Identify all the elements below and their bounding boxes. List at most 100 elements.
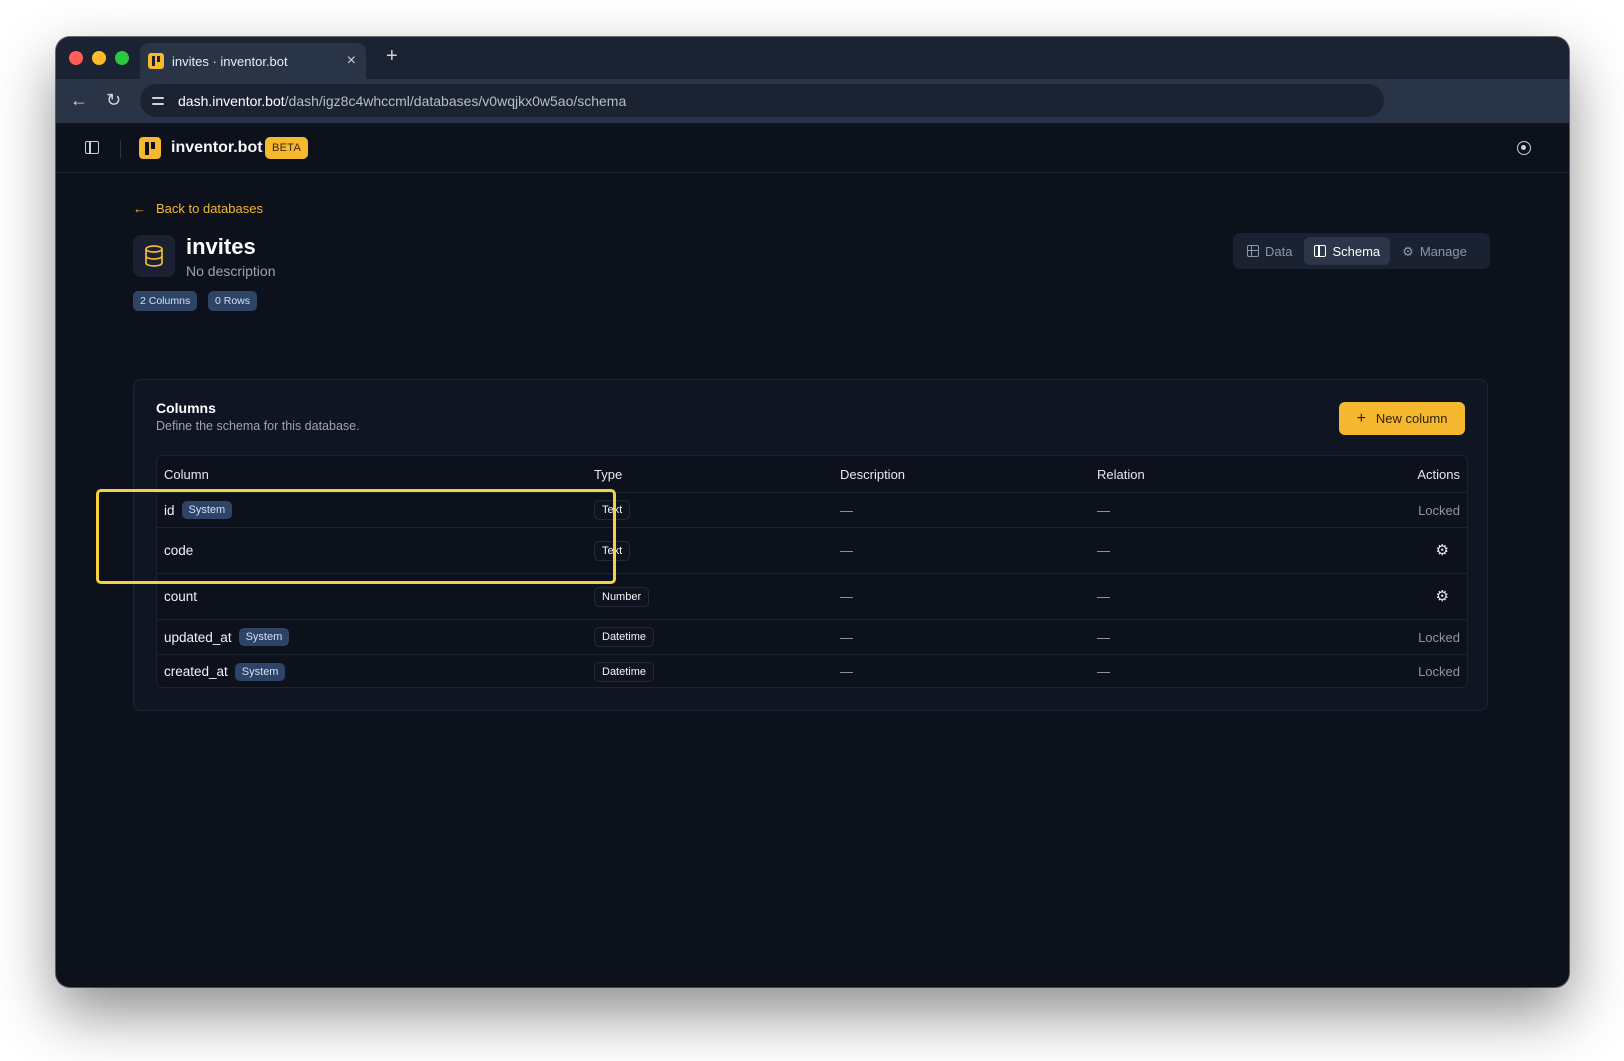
column-name-cell: updated_at System	[164, 620, 290, 654]
back-link-label: Back to databases	[156, 201, 263, 216]
tab-title: invites · inventor.bot	[172, 53, 288, 69]
columns-icon	[1314, 245, 1327, 257]
type-cell: Datetime	[594, 620, 655, 654]
schema-table: Column Type Description Relation Actions…	[156, 455, 1468, 688]
target-icon[interactable]	[1517, 141, 1531, 155]
column-name: updated_at	[164, 629, 232, 645]
system-badge: System	[234, 662, 286, 681]
header-description: Description	[840, 466, 906, 482]
column-name: created_at	[164, 664, 228, 679]
locked-label: Locked	[1418, 629, 1460, 645]
page-description: No description	[186, 263, 276, 279]
tab-data-label: Data	[1265, 243, 1293, 259]
maximize-window-button[interactable]	[115, 51, 129, 65]
system-badge: System	[181, 501, 233, 519]
gear-icon: ⚙	[1402, 243, 1414, 259]
back-to-databases-link[interactable]: ← Back to databases	[133, 201, 263, 216]
description-cell: —	[840, 502, 853, 518]
header-type: Type	[594, 466, 623, 482]
address-bar[interactable]: dash.inventor.bot/dash/igz8c4whccml/data…	[140, 84, 1384, 117]
column-name-cell: count	[164, 574, 197, 619]
browser-tab[interactable]: invites · inventor.bot ×	[140, 43, 366, 79]
locked-label: Locked	[1418, 502, 1460, 518]
table-row[interactable]: id System Text — — Locked	[157, 492, 1467, 527]
arrow-left-icon: ←	[133, 201, 146, 216]
gear-icon[interactable]: ⚙	[1436, 543, 1449, 558]
beta-badge: BETA	[265, 137, 309, 159]
header-column: Column	[164, 466, 209, 482]
column-name-cell: id System	[164, 493, 233, 527]
favicon-icon	[148, 53, 164, 69]
new-tab-button[interactable]: +	[386, 46, 398, 66]
type-cell: Text	[594, 493, 631, 527]
new-column-button[interactable]: + New column	[1339, 402, 1465, 435]
table-row[interactable]: code Text — — ⚙	[157, 527, 1467, 573]
rows-count-badge: 0 Rows	[208, 291, 258, 311]
tab-manage[interactable]: ⚙ Manage	[1392, 237, 1477, 265]
site-info-icon[interactable]	[150, 93, 166, 109]
table-icon	[1247, 245, 1259, 257]
page-title: invites	[186, 234, 256, 259]
column-name: code	[164, 543, 194, 558]
locked-label: Locked	[1418, 664, 1460, 679]
tab-data[interactable]: Data	[1237, 237, 1302, 265]
column-name: id	[164, 502, 175, 518]
logo-icon	[139, 137, 161, 159]
description-cell: —	[840, 629, 853, 645]
brand-name: inventor.bot	[171, 139, 263, 156]
tab-strip: invites · inventor.bot × +	[56, 37, 1569, 79]
header-actions: Actions	[1417, 466, 1460, 482]
description-cell: —	[840, 589, 853, 604]
type-badge: Text	[594, 500, 631, 520]
description-cell: —	[840, 543, 853, 558]
sidebar-toggle-icon[interactable]	[85, 141, 99, 154]
relation-cell: —	[1097, 629, 1110, 645]
relation-cell: —	[1097, 543, 1110, 558]
tab-close-icon[interactable]: ×	[347, 53, 356, 69]
actions-cell: ⚙	[1436, 574, 1449, 619]
new-column-label: New column	[1375, 411, 1448, 426]
tab-manage-label: Manage	[1419, 243, 1467, 259]
relation-cell: —	[1097, 502, 1110, 518]
actions-cell: ⚙	[1436, 528, 1449, 573]
type-badge: Datetime	[594, 661, 655, 682]
table-header-row: Column Type Description Relation Actions	[157, 456, 1467, 492]
url-text[interactable]: dash.inventor.bot/dash/igz8c4whccml/data…	[178, 93, 626, 109]
table-row[interactable]: updated_at System Datetime — — Locked	[157, 619, 1467, 654]
card-subtitle: Define the schema for this database.	[156, 419, 360, 433]
system-badge: System	[238, 628, 290, 646]
app-header: inventor.bot BETA	[56, 123, 1569, 173]
table-row[interactable]: count Number — — ⚙	[157, 573, 1467, 619]
browser-toolbar: ← ↻ dash.inventor.bot/dash/igz8c4whccml/…	[56, 79, 1569, 123]
url-path: /dash/igz8c4whccml/databases/v0wqjkx0w5a…	[284, 92, 627, 109]
minimize-window-button[interactable]	[92, 51, 106, 65]
type-badge: Text	[594, 540, 631, 561]
gear-icon[interactable]: ⚙	[1436, 589, 1449, 604]
type-cell: Datetime	[594, 655, 655, 688]
main-content: ← Back to databases invites No descripti…	[56, 174, 1569, 987]
header-divider	[120, 140, 121, 158]
description-cell: —	[840, 664, 853, 679]
column-name: count	[164, 589, 198, 604]
columns-count-badge: 2 Columns	[133, 291, 198, 311]
plus-icon: +	[1356, 409, 1366, 427]
view-switcher: Data Schema ⚙ Manage	[1233, 233, 1490, 269]
column-name-cell: code	[164, 528, 193, 573]
type-badge: Datetime	[594, 627, 655, 647]
relation-cell: —	[1097, 664, 1110, 679]
database-icon	[133, 235, 175, 277]
card-title: Columns	[156, 400, 216, 416]
type-badge: Number	[594, 586, 650, 607]
type-cell: Number	[594, 574, 650, 619]
relation-cell: —	[1097, 589, 1110, 604]
url-host: dash.inventor.bot	[178, 92, 285, 109]
tab-schema[interactable]: Schema	[1304, 237, 1391, 265]
column-name-cell: created_at System	[164, 655, 286, 688]
close-window-button[interactable]	[69, 51, 83, 65]
type-cell: Text	[594, 528, 631, 573]
back-button[interactable]: ←	[70, 91, 88, 109]
tab-schema-label: Schema	[1332, 243, 1381, 259]
reload-button[interactable]: ↻	[106, 91, 121, 109]
browser-window: invites · inventor.bot × + ← ↻ dash.inve…	[56, 37, 1569, 987]
table-row[interactable]: created_at System Datetime — — Locked	[157, 654, 1467, 688]
